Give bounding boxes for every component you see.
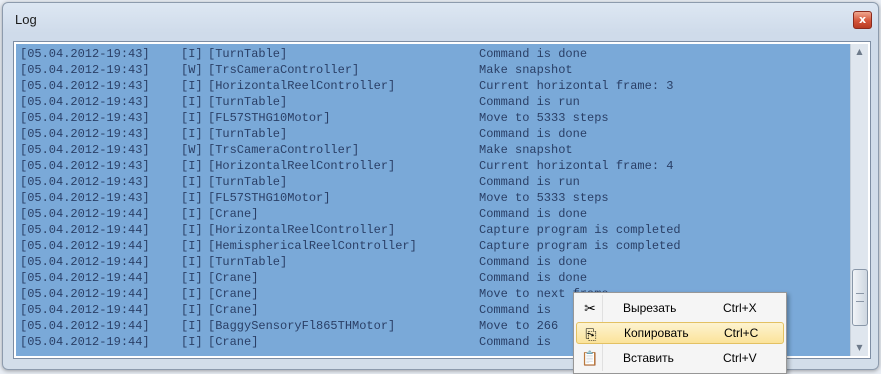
menu-item-shortcut: Ctrl+X bbox=[723, 301, 757, 315]
log-source: [HorizontalReelController] bbox=[208, 159, 396, 173]
log-message: Current horizontal frame: 4 bbox=[479, 159, 674, 173]
menu-item-label: Вырезать bbox=[623, 301, 677, 315]
log-time: [05.04.2012-19:43] bbox=[20, 47, 150, 61]
log-level: [I] bbox=[181, 79, 203, 93]
menu-item-label: Вставить bbox=[623, 351, 674, 365]
log-source: [Crane] bbox=[208, 287, 259, 301]
log-level: [I] bbox=[181, 175, 203, 189]
log-time: [05.04.2012-19:44] bbox=[20, 303, 150, 317]
log-time: [05.04.2012-19:44] bbox=[20, 319, 150, 333]
log-level: [I] bbox=[181, 271, 203, 285]
log-source: [Crane] bbox=[208, 335, 259, 349]
close-button[interactable]: x bbox=[853, 11, 872, 29]
log-level: [I] bbox=[181, 335, 203, 349]
log-time: [05.04.2012-19:44] bbox=[20, 335, 150, 349]
scissors-icon: ✂ bbox=[584, 300, 596, 316]
grip-icon bbox=[856, 293, 864, 302]
copy-icon: ⎘ bbox=[585, 326, 597, 342]
log-message: Command is bbox=[479, 303, 552, 317]
log-level: [I] bbox=[181, 191, 203, 205]
log-time: [05.04.2012-19:43] bbox=[20, 127, 150, 141]
log-source: [TrsCameraController] bbox=[208, 143, 360, 157]
close-icon: x bbox=[858, 13, 867, 26]
log-source: [HemisphericalReelController] bbox=[208, 239, 417, 253]
log-level: [I] bbox=[181, 239, 203, 253]
scrollbar-thumb[interactable] bbox=[852, 269, 868, 326]
log-source: [TurnTable] bbox=[208, 127, 288, 141]
log-level: [I] bbox=[181, 47, 203, 61]
log-message: Command is bbox=[479, 335, 552, 349]
vertical-scrollbar[interactable]: ▲ ▼ bbox=[850, 44, 868, 356]
log-message: Make snapshot bbox=[479, 63, 573, 77]
log-time: [05.04.2012-19:43] bbox=[20, 79, 150, 93]
log-source: [Crane] bbox=[208, 303, 259, 317]
log-level: [I] bbox=[181, 223, 203, 237]
log-time: [05.04.2012-19:44] bbox=[20, 223, 150, 237]
log-source: [BaggySensoryFl865THMotor] bbox=[208, 319, 396, 333]
log-source: [TurnTable] bbox=[208, 95, 288, 109]
log-source: [Crane] bbox=[208, 207, 259, 221]
log-time: [05.04.2012-19:43] bbox=[20, 143, 150, 157]
log-level: [I] bbox=[181, 95, 203, 109]
log-level: [I] bbox=[181, 303, 203, 317]
log-source: [TurnTable] bbox=[208, 175, 288, 189]
log-message: Command is done bbox=[479, 271, 588, 285]
log-level: [I] bbox=[181, 111, 203, 125]
window-title: Log bbox=[15, 12, 37, 27]
log-source: [TrsCameraController] bbox=[208, 63, 360, 77]
log-level: [I] bbox=[181, 159, 203, 173]
log-time: [05.04.2012-19:43] bbox=[20, 95, 150, 109]
log-level: [W] bbox=[181, 143, 203, 157]
menu-item-shortcut: Ctrl+C bbox=[724, 326, 759, 340]
menu-item-label: Копировать bbox=[624, 326, 689, 340]
log-message: Make snapshot bbox=[479, 143, 573, 157]
log-source: [FL57STHG10Motor] bbox=[208, 111, 331, 125]
log-time: [05.04.2012-19:43] bbox=[20, 175, 150, 189]
log-source: [FL57STHG10Motor] bbox=[208, 191, 331, 205]
log-time: [05.04.2012-19:44] bbox=[20, 239, 150, 253]
context-menu: ✂ Вырезать Ctrl+X ⎘ Копировать Ctrl+C 📋 Вставит… bbox=[573, 292, 787, 374]
log-message: Move to 266 bbox=[479, 319, 559, 333]
log-source: [Crane] bbox=[208, 271, 259, 285]
log-level: [W] bbox=[181, 63, 203, 77]
menu-item-shortcut: Ctrl+V bbox=[723, 351, 757, 365]
paste-icon: 📋 bbox=[581, 350, 599, 366]
log-message: Capture program is completed bbox=[479, 223, 681, 237]
menu-item-cut[interactable]: ✂ Вырезать Ctrl+X bbox=[576, 297, 784, 319]
log-time: [05.04.2012-19:44] bbox=[20, 255, 150, 269]
log-time: [05.04.2012-19:43] bbox=[20, 159, 150, 173]
log-message: Command is run bbox=[479, 95, 580, 109]
log-source: [TurnTable] bbox=[208, 47, 288, 61]
log-time: [05.04.2012-19:44] bbox=[20, 271, 150, 285]
log-time: [05.04.2012-19:43] bbox=[20, 111, 150, 125]
log-message: Move to 5333 steps bbox=[479, 111, 609, 125]
log-level: [I] bbox=[181, 319, 203, 333]
scroll-down-arrow-icon[interactable]: ▼ bbox=[851, 340, 868, 356]
log-level: [I] bbox=[181, 207, 203, 221]
log-message: Command is run bbox=[479, 175, 580, 189]
menu-item-paste[interactable]: 📋 Вставить Ctrl+V bbox=[576, 347, 784, 369]
log-level: [I] bbox=[181, 127, 203, 141]
log-time: [05.04.2012-19:43] bbox=[20, 63, 150, 77]
log-message: Capture program is completed bbox=[479, 239, 681, 253]
log-message: Command is done bbox=[479, 47, 588, 61]
menu-item-copy[interactable]: ⎘ Копировать Ctrl+C bbox=[576, 322, 784, 344]
log-source: [HorizontalReelController] bbox=[208, 223, 396, 237]
log-message: Move to 5333 steps bbox=[479, 191, 609, 205]
log-message: Command is done bbox=[479, 127, 588, 141]
log-level: [I] bbox=[181, 255, 203, 269]
scroll-up-arrow-icon[interactable]: ▲ bbox=[851, 44, 868, 60]
log-time: [05.04.2012-19:43] bbox=[20, 191, 150, 205]
log-level: [I] bbox=[181, 287, 203, 301]
log-message: Current horizontal frame: 3 bbox=[479, 79, 674, 93]
log-source: [TurnTable] bbox=[208, 255, 288, 269]
log-source: [HorizontalReelController] bbox=[208, 79, 396, 93]
log-time: [05.04.2012-19:44] bbox=[20, 207, 150, 221]
log-message: Command is done bbox=[479, 207, 588, 221]
log-time: [05.04.2012-19:44] bbox=[20, 287, 150, 301]
log-message: Command is done bbox=[479, 255, 588, 269]
